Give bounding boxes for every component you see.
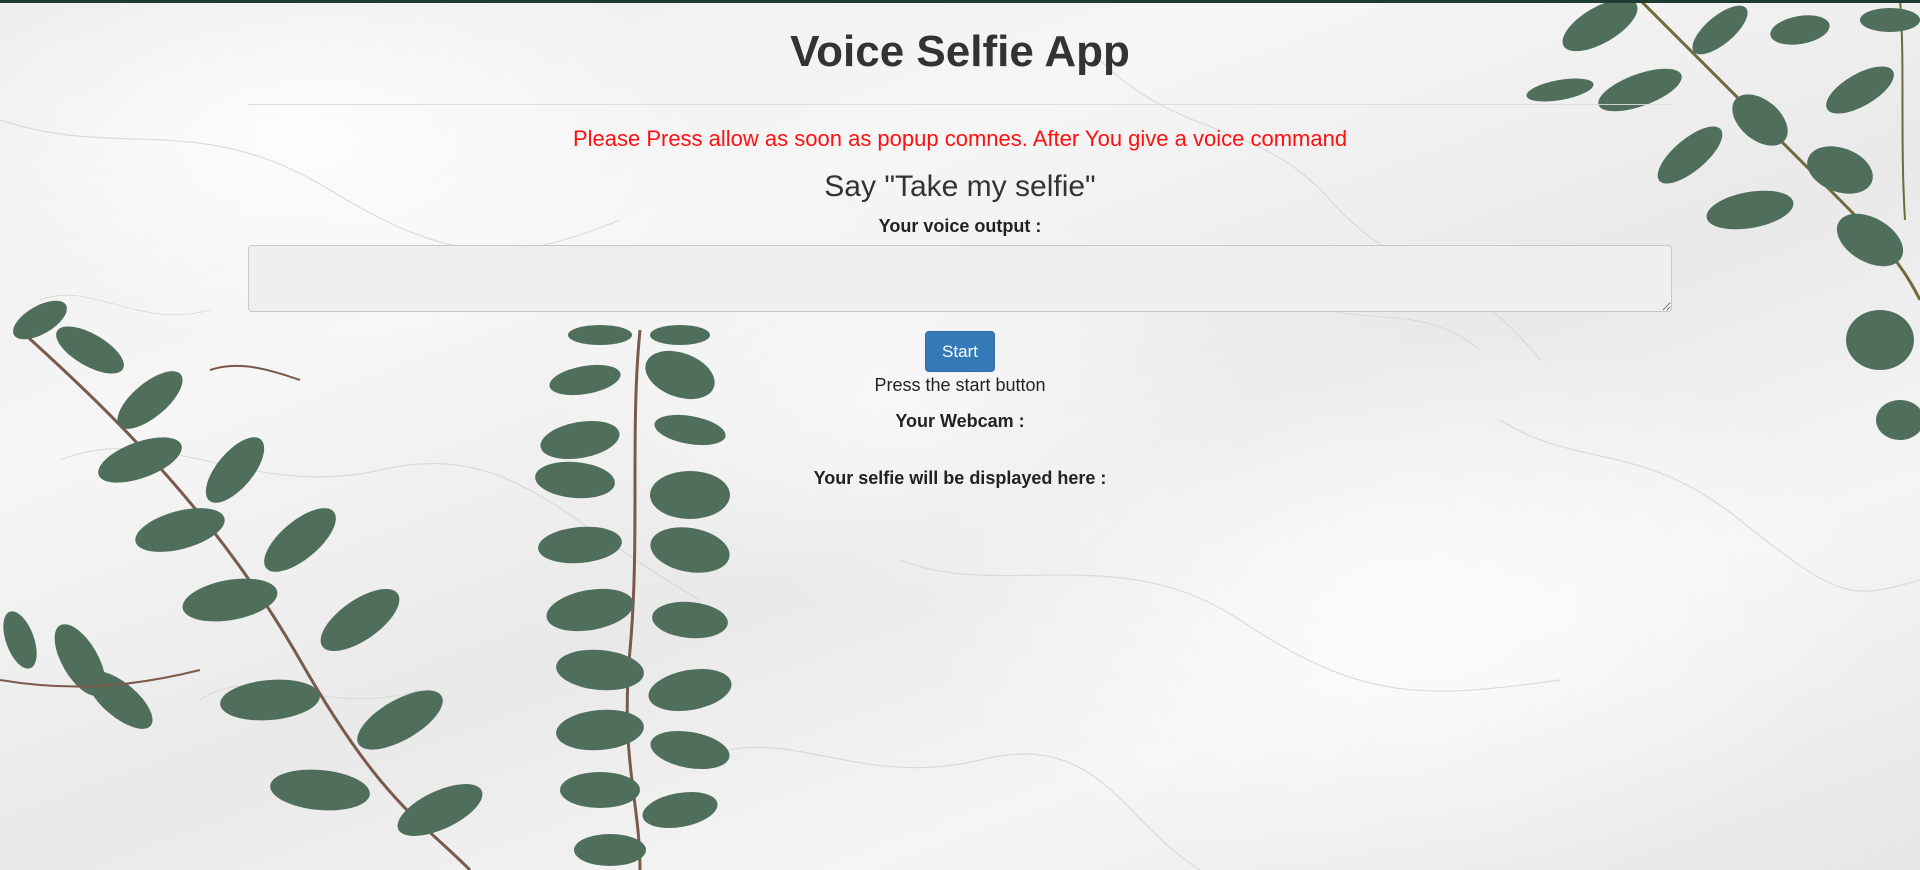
start-button[interactable]: Start [925,331,995,372]
warning-message: Please Press allow as soon as popup comn… [572,126,1348,151]
page-title: Voice Selfie App [790,27,1130,76]
voice-output-textarea[interactable] [248,245,1672,312]
title-divider [248,104,1672,105]
command-instruction-heading: Say "Take my selfie" [824,170,1096,203]
webcam-label: Your Webcam : [895,411,1025,431]
status-text: Press the start button [874,375,1046,395]
main-container: Voice Selfie App Please Press allow as s… [248,0,1672,489]
voice-output-label: Your voice output : [878,216,1042,236]
selfie-label: Your selfie will be displayed here : [813,468,1107,488]
top-accent-bar [0,0,1920,3]
